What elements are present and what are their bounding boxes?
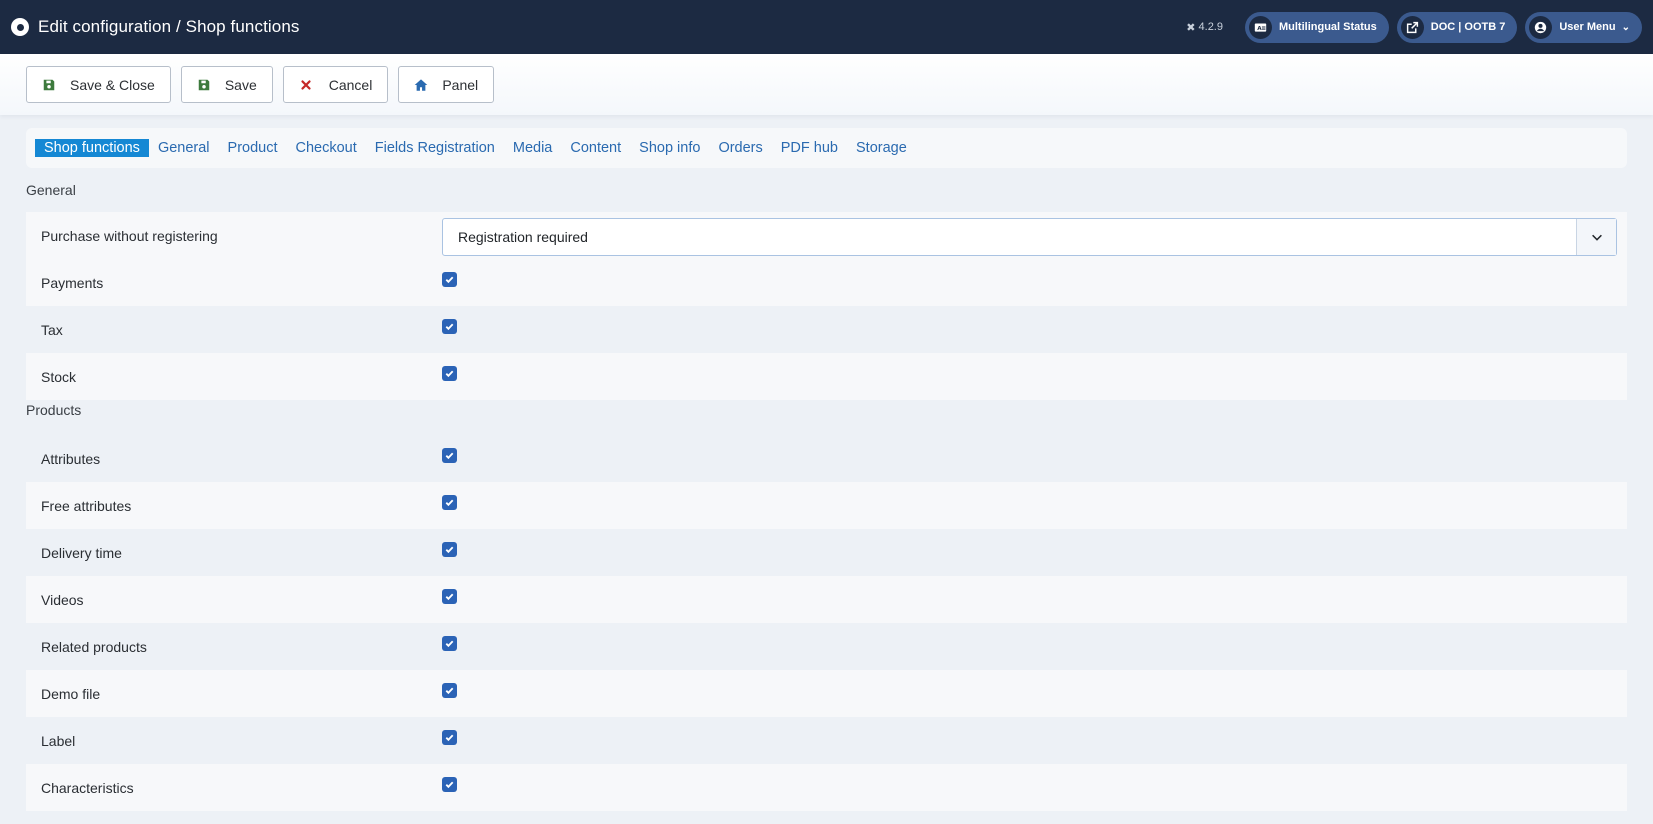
purchase-without-registering-select[interactable]: Registration required <box>442 217 1617 256</box>
tab-shop-info[interactable]: Shop info <box>639 139 700 157</box>
characteristics-label: Characteristics <box>41 779 134 796</box>
tab-shop-functions[interactable]: Shop functions <box>35 139 149 157</box>
payments-label: Payments <box>41 274 104 291</box>
stock-label: Stock <box>41 368 77 385</box>
delivery-time-checkbox[interactable] <box>442 542 457 557</box>
check-icon <box>445 370 454 378</box>
field-row-characteristics: Characteristics <box>26 764 1627 811</box>
general-fields: Purchase without registering Registratio… <box>26 212 1627 400</box>
free-attributes-label: Free attributes <box>41 497 132 514</box>
videos-label: Videos <box>41 591 84 608</box>
demo-file-checkbox[interactable] <box>442 683 457 698</box>
joomla-logo-icon[interactable] <box>11 18 29 36</box>
field-row-videos: Videos <box>26 576 1627 623</box>
tab-orders[interactable]: Orders <box>718 139 762 157</box>
field-row-label: Label <box>26 717 1627 764</box>
field-row-delivery-time: Delivery time <box>26 529 1627 576</box>
svg-text:≡: ≡ <box>1261 25 1266 31</box>
config-tabs: Shop functions General Product Checkout … <box>26 128 1627 168</box>
cancel-label: Cancel <box>328 76 373 93</box>
delivery-time-label: Delivery time <box>41 544 122 561</box>
cancel-button[interactable]: Cancel <box>282 66 389 103</box>
check-icon <box>445 734 454 742</box>
field-row-tax: Tax <box>26 306 1627 353</box>
top-header: Edit configuration / Shop functions ✖ 4.… <box>0 0 1653 54</box>
check-icon <box>445 323 454 331</box>
tab-storage[interactable]: Storage <box>856 139 907 157</box>
panel-label: Panel <box>442 76 479 93</box>
tab-product[interactable]: Product <box>228 139 278 157</box>
close-icon <box>301 79 311 90</box>
check-icon <box>445 546 454 554</box>
field-row-attributes: Attributes <box>26 435 1627 482</box>
tax-label: Tax <box>41 321 63 338</box>
action-toolbar: Save & Close Save Cancel Panel <box>0 54 1653 115</box>
joomla-icon: ✖ <box>1186 21 1196 34</box>
field-row-stock: Stock <box>26 353 1627 400</box>
free-attributes-checkbox[interactable] <box>442 495 457 510</box>
check-icon <box>445 452 454 460</box>
save-close-label: Save & Close <box>70 76 155 93</box>
version-badge: ✖ 4.2.9 <box>1186 21 1223 34</box>
check-icon <box>445 499 454 507</box>
related-products-label: Related products <box>41 638 147 655</box>
chevron-down-icon[interactable] <box>1576 218 1616 255</box>
field-row-related-products: Related products <box>26 623 1627 670</box>
tab-checkout[interactable]: Checkout <box>296 139 357 157</box>
field-row-payments: Payments <box>26 259 1627 306</box>
save-label: Save <box>224 76 257 93</box>
purchase-without-registering-label: Purchase without registering <box>41 227 218 244</box>
check-icon <box>445 276 454 284</box>
tax-checkbox[interactable] <box>442 319 457 334</box>
tab-pdf-hub[interactable]: PDF hub <box>781 139 838 157</box>
doc-link-label: DOC | OOTB 7 <box>1430 21 1506 33</box>
user-menu-label: User Menu <box>1559 21 1616 33</box>
attributes-label: Attributes <box>41 450 101 467</box>
save-icon <box>43 79 55 90</box>
version-text: 4.2.9 <box>1198 21 1223 33</box>
page-title: Edit configuration / Shop functions <box>38 17 300 36</box>
label-checkbox[interactable] <box>442 730 457 745</box>
doc-link-button[interactable]: DOC | OOTB 7 <box>1396 11 1518 43</box>
check-icon <box>445 593 454 601</box>
external-link-icon <box>1400 15 1424 39</box>
user-menu-button[interactable]: User Menu ⌄ <box>1525 11 1642 43</box>
demo-file-label: Demo file <box>41 685 101 702</box>
characteristics-checkbox[interactable] <box>442 777 457 792</box>
field-row-purchase: Purchase without registering Registratio… <box>26 212 1627 259</box>
related-products-checkbox[interactable] <box>442 636 457 651</box>
home-icon <box>415 78 428 91</box>
check-icon <box>445 781 454 789</box>
check-icon <box>445 687 454 695</box>
videos-checkbox[interactable] <box>442 589 457 604</box>
save-button[interactable]: Save <box>180 66 273 103</box>
check-icon <box>445 640 454 648</box>
tab-fields-registration[interactable]: Fields Registration <box>375 139 495 157</box>
tab-content[interactable]: Content <box>570 139 621 157</box>
chevron-down-icon: ⌄ <box>1621 21 1630 33</box>
select-value: Registration required <box>458 228 588 245</box>
save-close-button[interactable]: Save & Close <box>26 66 171 103</box>
payments-checkbox[interactable] <box>442 272 457 287</box>
panel-button[interactable]: Panel <box>398 66 495 103</box>
tab-media[interactable]: Media <box>513 139 553 157</box>
multilingual-status-label: Multilingual Status <box>1278 21 1377 33</box>
label-label: Label <box>41 732 76 749</box>
section-title-products: Products <box>26 402 82 418</box>
tab-general[interactable]: General <box>158 139 210 157</box>
attributes-checkbox[interactable] <box>442 448 457 463</box>
stock-checkbox[interactable] <box>442 366 457 381</box>
field-row-demo-file: Demo file <box>26 670 1627 717</box>
save-icon <box>198 79 210 90</box>
user-icon <box>1529 15 1553 39</box>
section-title-general: General <box>26 182 76 198</box>
products-fields: Attributes Free attributes Delivery time… <box>26 435 1627 811</box>
multilingual-status-button[interactable]: A ≡ Multilingual Status <box>1244 11 1389 43</box>
field-row-free-attributes: Free attributes <box>26 482 1627 529</box>
language-icon: A ≡ <box>1248 15 1272 39</box>
